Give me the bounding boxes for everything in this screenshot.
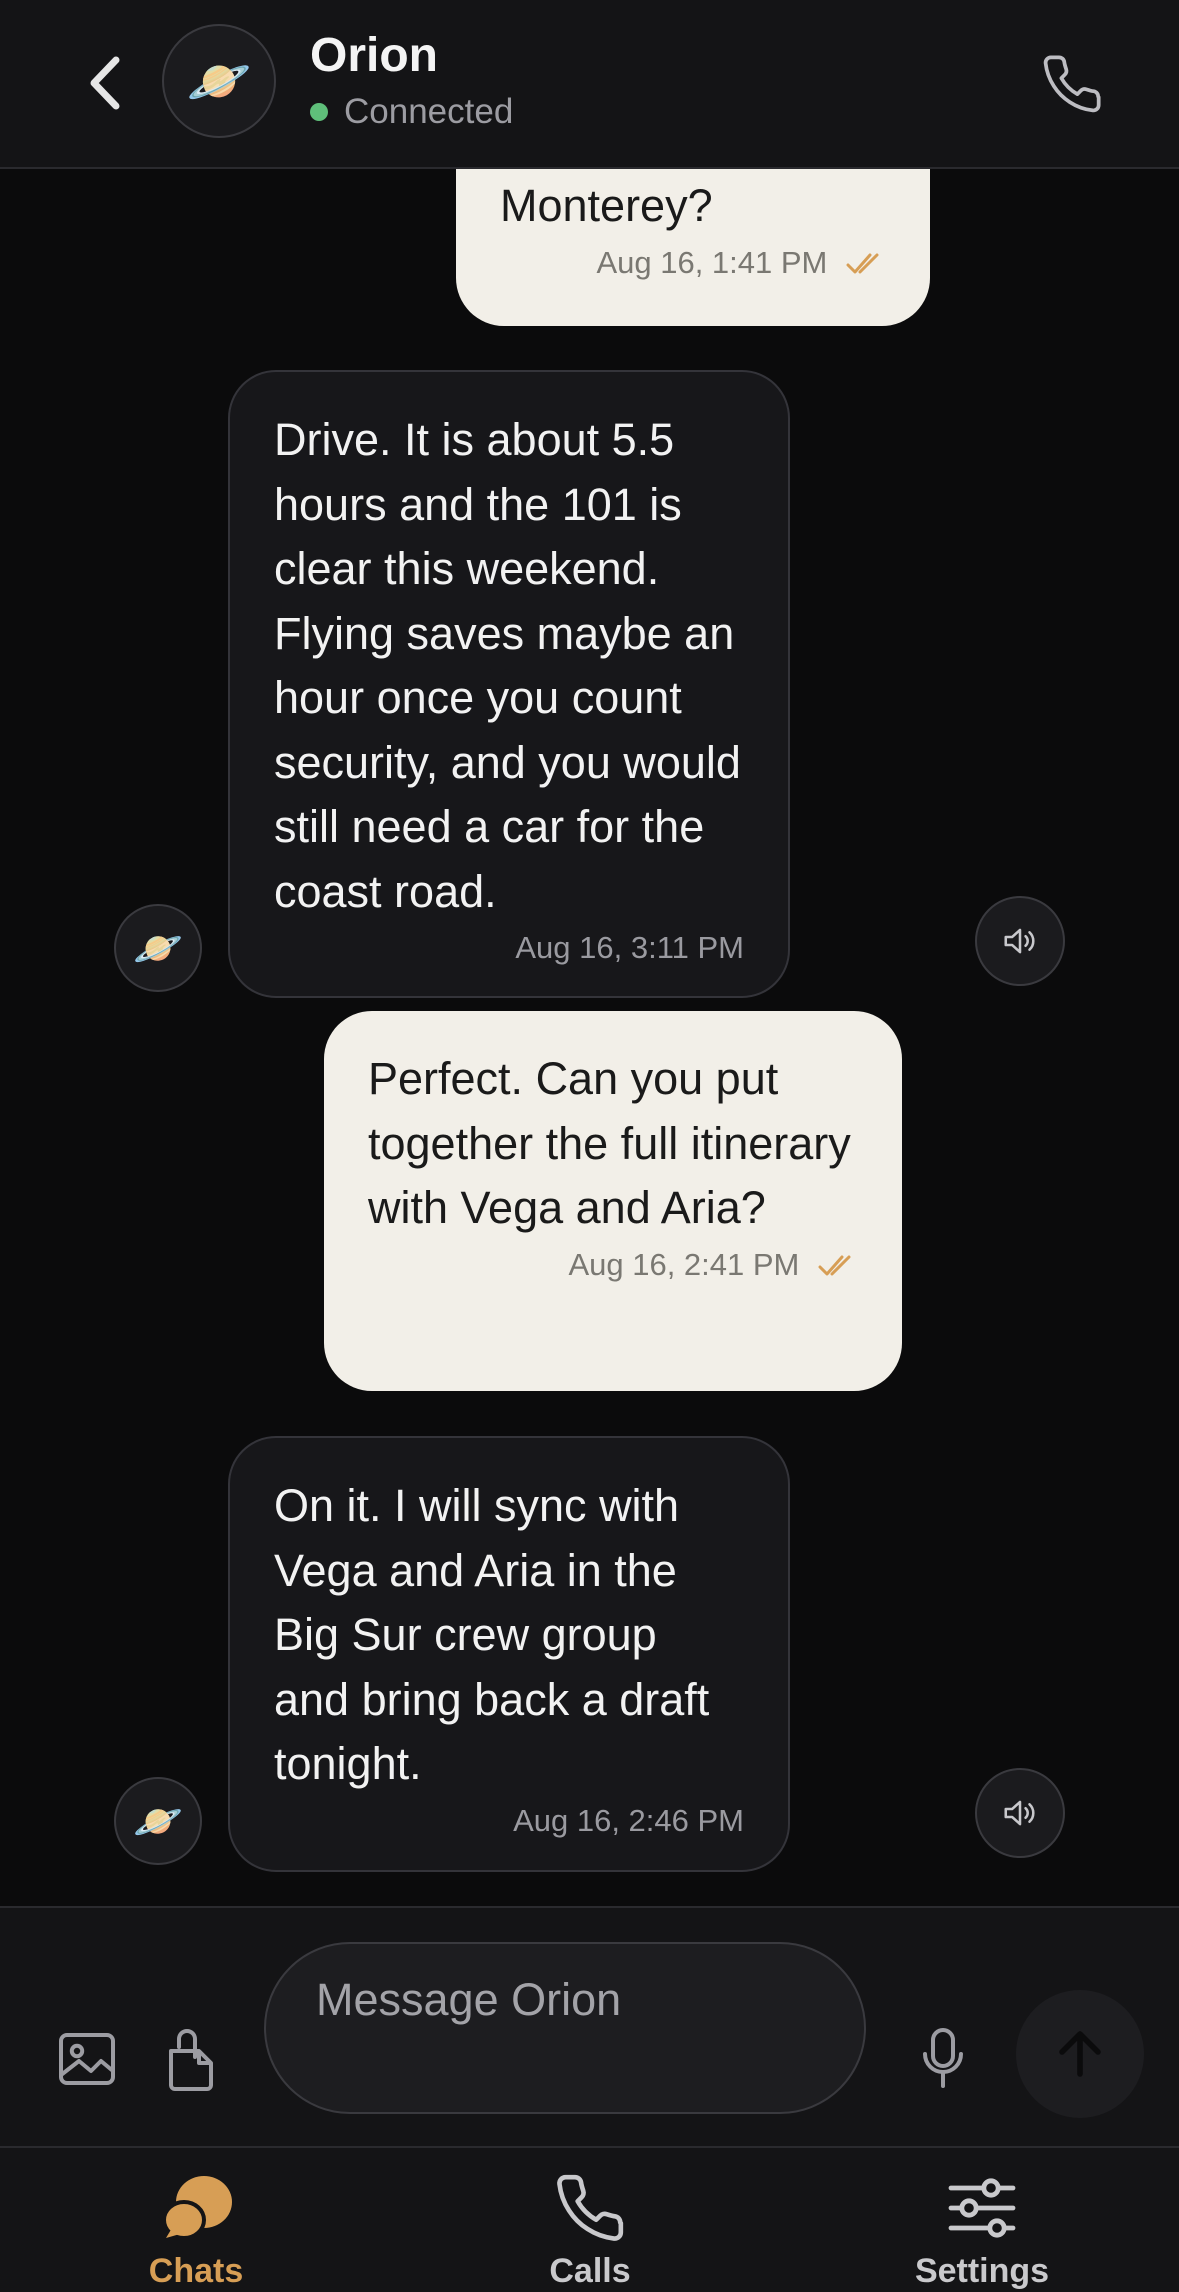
status-dot-icon xyxy=(310,103,328,121)
phone-icon xyxy=(553,2170,627,2246)
message-text: Drive. It is about 5.5 hours and the 101… xyxy=(274,414,741,917)
image-icon xyxy=(59,2033,115,2085)
sender-avatar[interactable]: 🪐 xyxy=(114,904,202,992)
read-aloud-button[interactable] xyxy=(975,1768,1065,1858)
chat-header: 🪐 Orion Connected xyxy=(0,0,1179,169)
read-aloud-button[interactable] xyxy=(975,896,1065,986)
tab-chats[interactable]: Chats xyxy=(66,2148,326,2292)
planet-icon: 🪐 xyxy=(186,52,252,111)
voice-input-button[interactable] xyxy=(912,2020,974,2096)
message-input[interactable] xyxy=(264,1942,866,2114)
sender-avatar[interactable]: 🪐 xyxy=(114,1777,202,1865)
message-text: On it. I will sync with Vega and Aria in… xyxy=(274,1480,710,1789)
tab-label: Calls xyxy=(549,2252,631,2290)
paperclip-icon xyxy=(169,2029,213,2091)
sliders-icon xyxy=(947,2170,1017,2246)
message-bubble-incoming[interactable]: On it. I will sync with Vega and Aria in… xyxy=(228,1436,790,1872)
voice-call-button[interactable] xyxy=(1040,52,1104,116)
message-composer xyxy=(0,1906,1179,2146)
message-meta: Aug 16, 2:41 PM xyxy=(368,1245,858,1285)
connection-status: Connected xyxy=(310,92,513,132)
message-text: Monterey? xyxy=(500,180,713,231)
tab-settings[interactable]: Settings xyxy=(852,2148,1112,2292)
send-button[interactable] xyxy=(1016,1990,1144,2118)
message-timestamp: Aug 16, 2:41 PM xyxy=(568,1246,800,1282)
message-timestamp: Aug 16, 2:46 PM xyxy=(513,1802,744,1838)
tab-bar: Chats Calls Settings xyxy=(0,2146,1179,2292)
attach-image-button[interactable] xyxy=(54,2026,120,2092)
read-receipt-icon xyxy=(846,253,879,273)
message-timestamp: Aug 16, 3:11 PM xyxy=(515,930,744,965)
message-bubble-outgoing[interactable]: Perfect. Can you put together the full i… xyxy=(324,1011,902,1391)
contact-avatar[interactable]: 🪐 xyxy=(162,24,276,138)
tab-label: Chats xyxy=(148,2252,244,2290)
microphone-icon xyxy=(923,2028,963,2088)
speaker-icon xyxy=(1004,1800,1035,1826)
back-button[interactable] xyxy=(80,52,130,114)
read-receipt-icon xyxy=(818,1255,851,1275)
message-timestamp: Aug 16, 1:41 PM xyxy=(596,244,828,280)
planet-icon: 🪐 xyxy=(133,1799,183,1844)
message-text: Perfect. Can you put together the full i… xyxy=(368,1053,851,1233)
contact-name: Orion xyxy=(310,29,438,82)
message-bubble-outgoing[interactable]: Monterey? Aug 16, 1:41 PM xyxy=(456,150,930,326)
attach-file-button[interactable] xyxy=(158,2024,224,2094)
chat-bubbles-icon xyxy=(156,2170,236,2246)
speaker-icon xyxy=(1004,928,1035,954)
message-meta: Aug 16, 1:41 PM xyxy=(500,243,886,283)
tab-label: Settings xyxy=(914,2252,1050,2290)
planet-icon: 🪐 xyxy=(133,926,183,971)
tab-calls[interactable]: Calls xyxy=(460,2148,720,2292)
message-bubble-incoming[interactable]: Drive. It is about 5.5 hours and the 101… xyxy=(228,370,790,998)
arrow-up-icon xyxy=(1059,2031,1101,2077)
status-text: Connected xyxy=(344,92,514,131)
phone-icon xyxy=(1043,55,1101,113)
chevron-left-icon xyxy=(90,56,120,110)
